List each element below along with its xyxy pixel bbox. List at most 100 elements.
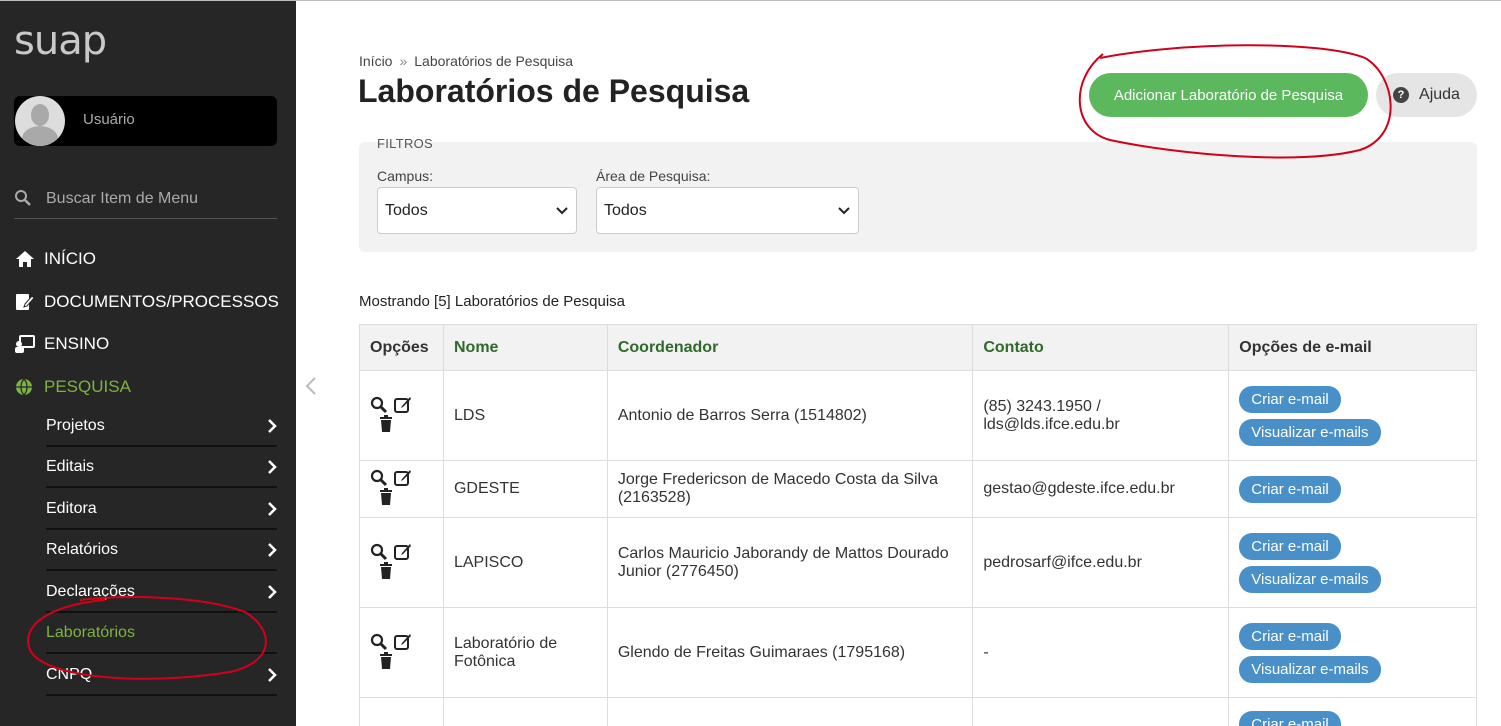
user-profile[interactable]: Usuário [14, 96, 277, 146]
table-row: LDS Antonio de Barros Serra (1514802) (8… [359, 370, 1477, 461]
sidebar-item-label: Editora [46, 500, 97, 517]
breadcrumb: Início » Laboratórios de Pesquisa [359, 53, 573, 69]
cell-contato: (85) 3243.1950 / lds@lds.ifce.edu.br [972, 370, 1230, 461]
cell-nome: LAPISCO [442, 517, 608, 608]
row-options [359, 370, 444, 461]
sidebar-item-label: Declarações [46, 583, 135, 600]
row-options [359, 607, 444, 698]
cell-contato [972, 697, 1230, 726]
cell-nome [442, 697, 608, 726]
chevron-right-icon [268, 585, 277, 599]
delete-icon[interactable] [377, 561, 395, 580]
help-button[interactable]: ? Ajuda [1376, 73, 1477, 117]
nav-inicio[interactable]: INÍCIO [14, 247, 96, 271]
nav-ensino[interactable]: ENSINO [14, 332, 109, 356]
search-icon [15, 190, 31, 206]
nav-label: ENSINO [44, 334, 110, 353]
create-email-button[interactable]: Criar e-mail [1239, 622, 1341, 650]
create-email-button[interactable]: Criar e-mail [1239, 532, 1341, 560]
nav-label: INÍCIO [44, 249, 96, 268]
sidebar-item-editora[interactable]: Editora [46, 490, 277, 530]
view-icon[interactable] [370, 633, 388, 651]
filters-title: FILTROS [377, 136, 434, 151]
sidebar-item-relatorios[interactable]: Relatórios [46, 531, 277, 571]
suap-logo[interactable]: suap [14, 18, 107, 64]
cell-email-options: Criar e-mail [1228, 697, 1477, 726]
area-select[interactable]: Todos [596, 187, 859, 234]
campus-label: Campus: [377, 168, 434, 184]
area-value: Todos [604, 201, 647, 219]
add-laboratory-button[interactable]: Adicionar Laboratório de Pesquisa [1089, 73, 1368, 117]
home-icon [16, 251, 34, 267]
row-options [359, 460, 444, 518]
campus-select[interactable]: Todos [377, 187, 577, 234]
sidebar-item-laboratorios[interactable]: Laboratórios [46, 614, 277, 654]
cell-email-options: Criar e-mail [1228, 460, 1477, 518]
nav-documentos-processos[interactable]: DOCUMENTOS/PROCESSOS [14, 290, 279, 314]
sidebar-item-projetos[interactable]: Projetos [46, 407, 277, 447]
create-email-button[interactable]: Criar e-mail [1239, 475, 1341, 503]
edit-icon[interactable] [394, 469, 412, 487]
sidebar-item-declaracoes[interactable]: Declarações [46, 573, 277, 613]
sidebar: suap Usuário Buscar Item de Menu INÍCIO … [0, 0, 296, 726]
cell-coordenador: Carlos Mauricio Jaborandy de Mattos Dour… [606, 517, 974, 608]
header-opcoes: Opções [359, 324, 444, 371]
user-name: Usuário [83, 111, 135, 128]
sidebar-item-label: Projetos [46, 417, 105, 434]
cell-contato: - [972, 607, 1230, 698]
table-row: Criar e-mail [359, 697, 1477, 726]
cell-coordenador [606, 697, 974, 726]
header-coordenador[interactable]: Coordenador [606, 324, 974, 371]
header-nome[interactable]: Nome [442, 324, 608, 371]
delete-icon[interactable] [377, 414, 395, 433]
results-count: Mostrando [5] Laboratórios de Pesquisa [359, 293, 625, 310]
chevron-down-icon [556, 206, 568, 214]
cell-nome: GDESTE [442, 460, 608, 518]
cell-nome: Laboratório de Fotônica [442, 607, 608, 698]
edit-icon[interactable] [394, 396, 412, 414]
view-icon[interactable] [370, 543, 388, 561]
cell-contato: pedrosarf@ifce.edu.br [972, 517, 1230, 608]
nav-label: DOCUMENTOS/PROCESSOS [44, 292, 279, 311]
delete-icon[interactable] [377, 651, 395, 670]
cell-nome: LDS [442, 370, 608, 461]
cell-contato: gestao@gdeste.ifce.edu.br [972, 460, 1230, 518]
sidebar-item-cnpq[interactable]: CNPQ [46, 656, 277, 696]
view-emails-button[interactable]: Visualizar e-mails [1239, 565, 1381, 593]
row-options [359, 517, 444, 608]
chevron-right-icon [268, 502, 277, 516]
menu-search[interactable]: Buscar Item de Menu [14, 187, 277, 219]
view-emails-button[interactable]: Visualizar e-mails [1239, 418, 1381, 446]
laboratories-table: Opções Nome Coordenador Contato Opções d… [359, 324, 1477, 726]
delete-icon[interactable] [377, 488, 395, 506]
breadcrumb-separator: » [399, 53, 408, 69]
create-email-button[interactable]: Criar e-mail [1239, 385, 1341, 413]
view-icon[interactable] [370, 396, 388, 414]
edit-icon[interactable] [394, 633, 412, 651]
cell-email-options: Criar e-mail Visualizar e-mails [1228, 607, 1477, 698]
chevron-right-icon [268, 543, 277, 557]
header-contato[interactable]: Contato [972, 324, 1230, 371]
nav-pesquisa[interactable]: PESQUISA [14, 375, 131, 399]
search-input[interactable]: Buscar Item de Menu [46, 190, 198, 208]
breadcrumb-home[interactable]: Início [359, 53, 392, 69]
filters-panel: FILTROS Campus: Todos Área de Pesquisa: … [359, 136, 1477, 252]
chevron-right-icon [268, 668, 277, 682]
teacher-icon [15, 335, 35, 353]
view-emails-button[interactable]: Visualizar e-mails [1239, 655, 1381, 683]
document-edit-icon [16, 294, 35, 310]
page-title: Laboratórios de Pesquisa [358, 73, 750, 109]
cell-coordenador: Glendo de Freitas Guimaraes (1795168) [606, 607, 974, 698]
table-row: Laboratório de Fotônica Glendo de Freita… [359, 607, 1477, 698]
create-email-button[interactable]: Criar e-mail [1239, 711, 1341, 726]
sidebar-item-editais[interactable]: Editais [46, 448, 277, 488]
view-icon[interactable] [370, 469, 388, 487]
collapse-sidebar-icon[interactable] [304, 376, 318, 396]
globe-icon [16, 378, 32, 396]
sidebar-item-label: Laboratórios [46, 624, 135, 641]
cell-coordenador: Jorge Fredericson de Macedo Costa da Sil… [606, 460, 974, 518]
help-label: Ajuda [1419, 86, 1460, 103]
avatar [15, 96, 65, 146]
table-row: LAPISCO Carlos Mauricio Jaborandy de Mat… [359, 517, 1477, 608]
edit-icon[interactable] [394, 543, 412, 561]
